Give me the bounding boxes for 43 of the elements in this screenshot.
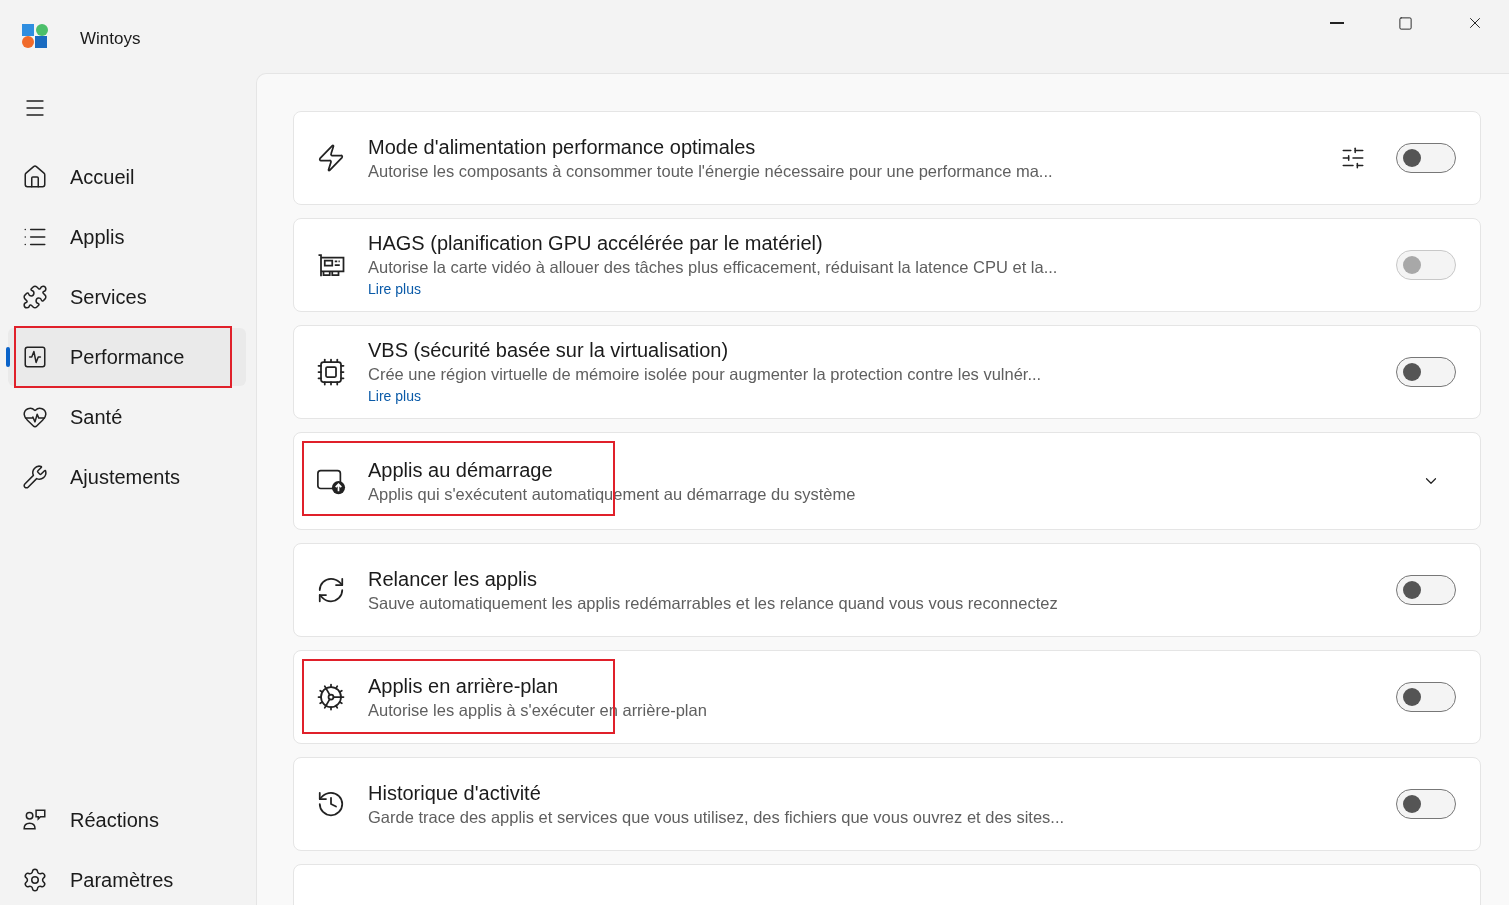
sidebar-item[interactable]: Réactions: [8, 791, 246, 849]
setting-title: Applis en arrière-plan: [368, 674, 560, 699]
sidebar-item[interactable]: Performance: [8, 328, 246, 386]
sidebar-item[interactable]: Santé: [8, 388, 246, 446]
setting-title: Historique d'activité: [368, 781, 542, 806]
sidebar-item[interactable]: Applis: [8, 208, 246, 266]
setting-title: Mode d'alimentation performance optimales: [368, 135, 757, 160]
setting-title: Applis au démarrage: [368, 458, 554, 483]
lightning-icon: [316, 143, 346, 173]
home-icon: [22, 164, 48, 190]
sliders-icon[interactable]: [1340, 145, 1366, 171]
toggle-switch[interactable]: [1396, 143, 1456, 173]
setting-description: Garde trace des applis et services que vous utilisez, des fichiers que vous ouvrez et des sites...: [368, 807, 1066, 828]
heart-pulse-icon: [22, 404, 48, 430]
pulse-icon: [22, 344, 48, 370]
setting-title: HAGS (planification GPU accélérée par le matériel): [368, 231, 824, 256]
setting-description: Autorise la carte vidéo à allouer des tâches plus efficacement, réduisant la latence CPU et la...: [368, 257, 1059, 278]
chip-icon: [316, 357, 346, 387]
maximize-icon: [1398, 15, 1413, 31]
setting-description: Autorise les composants à consommer toute l'énergie nécessaire pour une performance ma...: [368, 161, 1054, 182]
read-more-link[interactable]: Lire plus: [368, 385, 421, 407]
setting-title: VBS (sécurité basée sur la virtualisation): [368, 338, 730, 363]
wrench-icon: [22, 464, 48, 490]
sidebar-item[interactable]: Services: [8, 268, 246, 326]
selection-indicator: [6, 347, 10, 367]
toggle-switch[interactable]: [1396, 357, 1456, 387]
app-logo: [22, 24, 48, 48]
sidebar-item[interactable]: Ajustements: [8, 448, 246, 506]
sidebar-item[interactable]: Paramètres: [8, 851, 246, 905]
minimize-icon: [1329, 22, 1344, 24]
refresh-icon: [316, 575, 346, 605]
toggle-switch[interactable]: [1396, 682, 1456, 712]
setting-description: Crée une région virtuelle de mémoire isolée pour augmenter la protection contre les vulnér...: [368, 364, 1043, 385]
toggle-switch[interactable]: [1396, 789, 1456, 819]
puzzle-icon: [22, 284, 48, 310]
sidebar-item[interactable]: Accueil: [8, 148, 246, 206]
setting-title: Relancer les applis: [368, 567, 538, 592]
toggle-switch[interactable]: [1396, 575, 1456, 605]
gear-icon: [316, 682, 346, 712]
settings-icon: [22, 867, 48, 893]
history-icon: [316, 789, 346, 819]
window-title: Wintoys: [80, 28, 141, 50]
setting-description: Sauve automatiquement les applis redémarrables et les relance quand vous vous reconnectez: [368, 593, 1059, 614]
